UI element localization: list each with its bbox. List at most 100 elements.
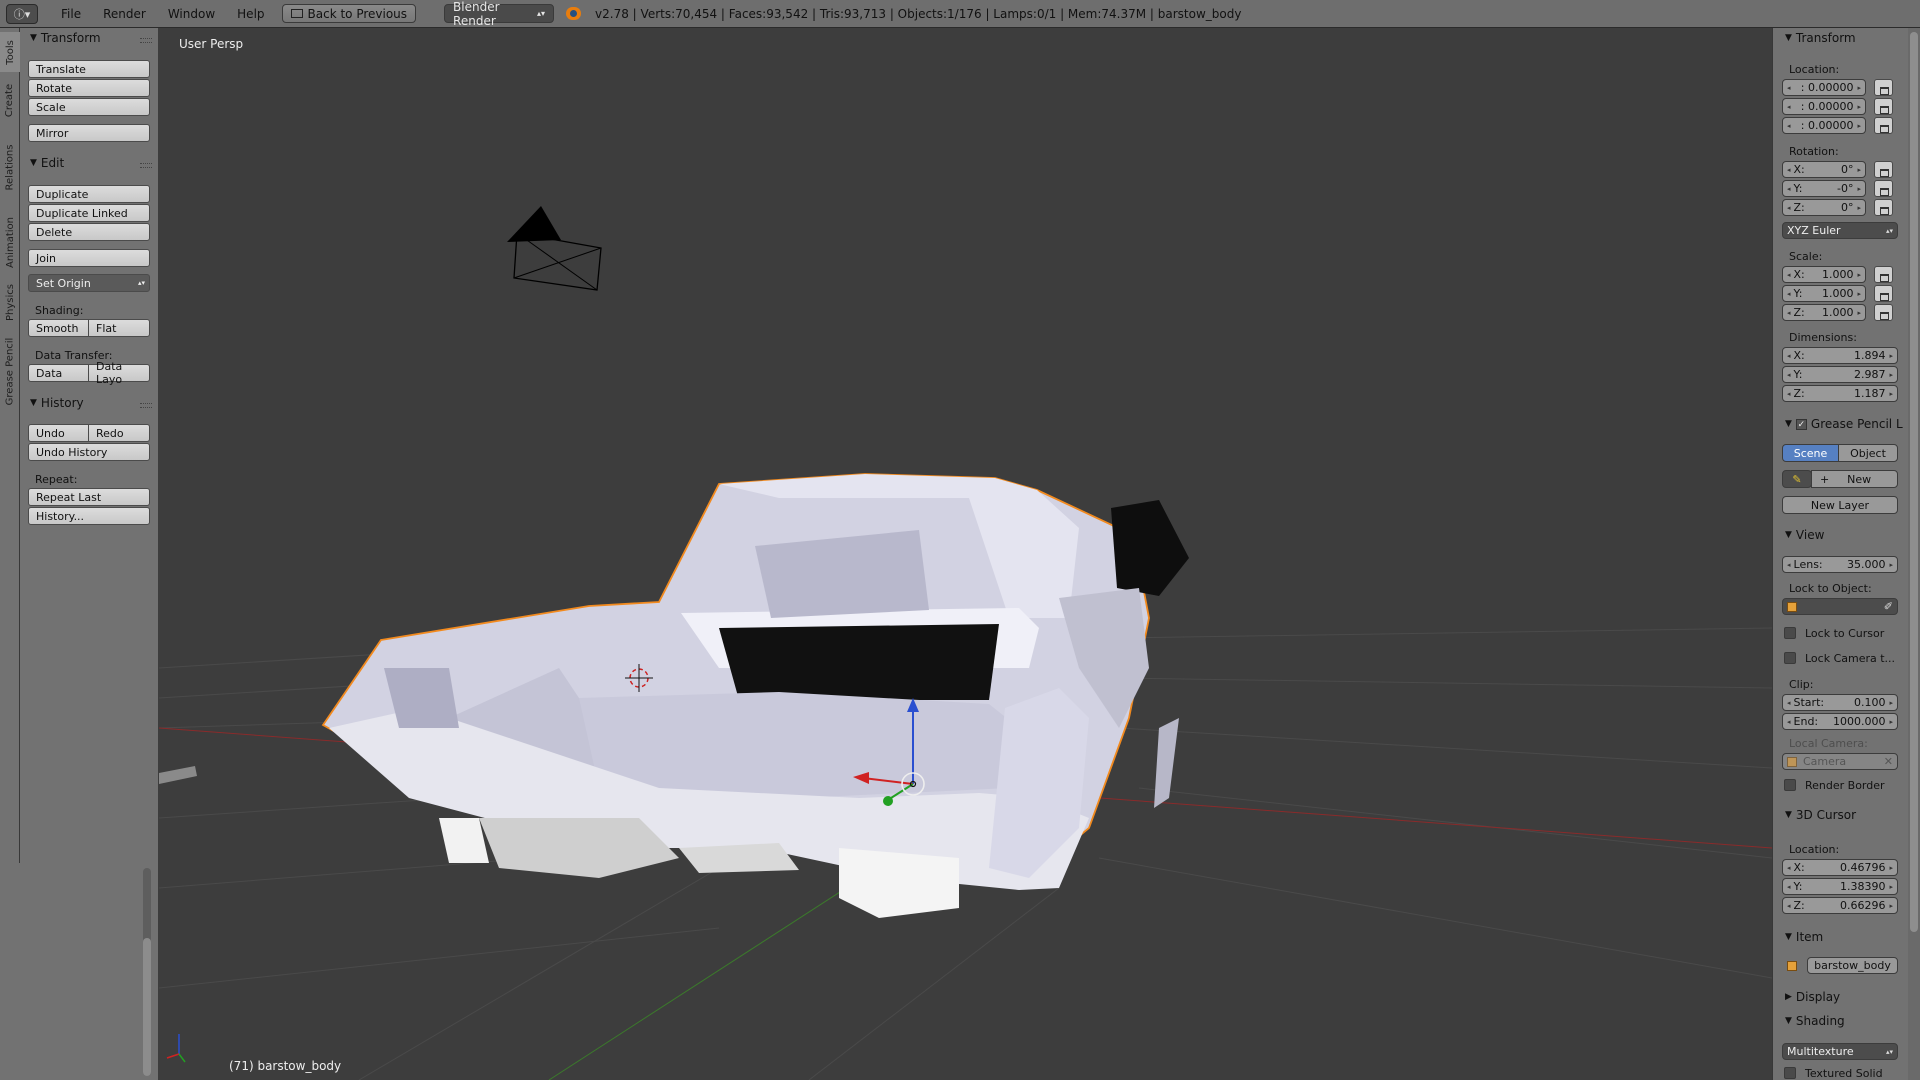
lock-camera-checkbox[interactable] [1784,652,1796,664]
duplicate-button[interactable]: Duplicate [28,185,150,203]
textured-solid-checkbox[interactable] [1784,1067,1796,1079]
menu-file[interactable]: File [61,7,81,21]
lock-to-cursor-checkbox[interactable] [1784,627,1796,639]
lock-icon[interactable] [1874,304,1893,321]
panel-3d-cursor-header[interactable]: ▼ 3D Cursor [1785,808,1856,822]
panel-3d-cursor-title: 3D Cursor [1795,808,1857,822]
delete-button[interactable]: Delete [28,223,150,241]
back-to-previous-button[interactable]: Back to Previous [281,4,417,23]
dimension-z-field[interactable]: ◂ Z: 1.187 ▸ [1782,385,1898,402]
grease-pencil-enable-checkbox[interactable]: ✓ [1795,418,1807,430]
tab-grease-pencil[interactable]: Grease Pencil [0,330,20,412]
clip-start-field[interactable]: ◂ Start: 0.100 ▸ [1782,694,1898,711]
new-layer-button[interactable]: New Layer [1782,496,1898,514]
lock-icon[interactable] [1874,180,1893,197]
rotation-mode-dropdown[interactable]: XYZ Euler ▴▾ [1782,222,1898,239]
lock-icon[interactable] [1874,98,1893,115]
drag-grip-icon[interactable] [140,403,152,408]
rotate-button[interactable]: Rotate [28,79,150,97]
car-body-mesh[interactable] [321,473,1189,918]
grease-pencil-new-button[interactable]: + New [1811,470,1898,488]
flat-button[interactable]: Flat [88,319,150,337]
menu-window[interactable]: Window [168,7,215,21]
join-button[interactable]: Join [28,249,150,267]
lock-icon[interactable] [1874,285,1893,302]
grease-pencil-object-toggle[interactable]: Object [1838,444,1898,462]
rotation-z-field[interactable]: ◂ Z: 0° ▸ [1782,199,1866,216]
pencil-icon[interactable]: ✎ [1782,470,1812,488]
set-origin-dropdown[interactable]: Set Origin ▴▾ [28,274,150,292]
item-name-field[interactable]: barstow_body [1807,957,1898,974]
lens-field[interactable]: ◂ Lens: 35.000 ▸ [1782,556,1898,573]
redo-button[interactable]: Redo [88,424,150,442]
history-more-button[interactable]: History... [28,507,150,525]
panel-display-header[interactable]: ▶ Display [1785,990,1840,1004]
mirror-button[interactable]: Mirror [28,124,150,142]
undo-history-button[interactable]: Undo History [28,443,150,461]
lock-to-object-field[interactable]: ✐ [1782,598,1898,615]
panel-item-header[interactable]: ▼ Item [1785,930,1823,944]
rotation-y-field[interactable]: ◂ Y: -0° ▸ [1782,180,1866,197]
scale-z-field[interactable]: ◂ Z: 1.000 ▸ [1782,304,1866,321]
location-y-field[interactable]: ◂: 0.00000 ▸ [1782,98,1866,115]
undo-button[interactable]: Undo [28,424,89,442]
translate-button[interactable]: Translate [28,60,150,78]
tab-tools[interactable]: Tools [0,32,20,72]
panel-edit-header[interactable]: ▼ Edit [30,156,64,170]
location-x-field[interactable]: ◂: 0.00000 ▸ [1782,79,1866,96]
tab-animation[interactable]: Animation [0,210,20,274]
cursor-z-field[interactable]: ◂ Z: 0.66296 ▸ [1782,897,1898,914]
panel-grease-pencil-header[interactable]: ▼ ✓ Grease Pencil L [1785,417,1903,431]
local-camera-value: Camera [1803,755,1847,768]
properties-scrollbar[interactable] [1908,28,1920,1080]
menu-help[interactable]: Help [237,7,264,21]
menu-render[interactable]: Render [103,7,146,21]
dimension-x-field[interactable]: ◂ X: 1.894 ▸ [1782,347,1898,364]
tab-relations-label: Relations [4,144,16,190]
scale-button[interactable]: Scale [28,98,150,116]
3d-viewport[interactable]: User Persp (71) barstow_body [159,28,1772,1080]
panel-history-header[interactable]: ▼ History [30,396,84,410]
render-border-checkbox[interactable] [1784,779,1796,791]
tab-physics-label: Physics [4,283,16,321]
drag-grip-icon[interactable] [140,163,152,168]
grease-pencil-scene-toggle[interactable]: Scene [1782,444,1839,462]
lock-icon[interactable] [1874,266,1893,283]
scale-x-field[interactable]: ◂ X: 1.000 ▸ [1782,266,1866,283]
dimension-z-value: 1.187 [1853,387,1886,400]
repeat-last-button[interactable]: Repeat Last [28,488,150,506]
tab-create[interactable]: Create [0,76,20,124]
cursor-x-field[interactable]: ◂ X: 0.46796 ▸ [1782,859,1898,876]
tab-relations[interactable]: Relations [0,128,20,206]
camera-object[interactable] [507,206,602,291]
lock-icon[interactable] [1874,199,1893,216]
panel-shading-header[interactable]: ▼ Shading [1785,1014,1845,1028]
rotation-y-axis: Y: [1793,182,1803,195]
render-engine-select[interactable]: Blender Render ▴▾ [444,0,555,28]
tool-shelf-scrollbar[interactable] [143,868,151,1076]
panel-transform-header[interactable]: ▼ Transform [1785,31,1856,45]
scale-y-field[interactable]: ◂ Y: 1.000 ▸ [1782,285,1866,302]
shading-mode-dropdown[interactable]: Multitexture ▴▾ [1782,1043,1898,1060]
data-layout-button[interactable]: Data Layo [88,360,150,386]
dimension-y-field[interactable]: ◂ Y: 2.987 ▸ [1782,366,1898,383]
tab-physics[interactable]: Physics [0,278,20,326]
clip-end-field[interactable]: ◂ End: 1000.000 ▸ [1782,713,1898,730]
close-icon[interactable]: ✕ [1884,755,1893,768]
local-camera-field[interactable]: Camera ✕ [1782,753,1898,770]
location-z-field[interactable]: ◂: 0.00000 ▸ [1782,117,1866,134]
lock-icon[interactable] [1874,161,1893,178]
rotation-x-field[interactable]: ◂ X: 0° ▸ [1782,161,1866,178]
panel-transform-header[interactable]: ▼ Transform [30,31,101,45]
triangle-down-icon: ▼ [1785,530,1792,540]
eyedropper-icon[interactable]: ✐ [1884,600,1893,613]
lock-icon[interactable] [1874,79,1893,96]
lock-icon[interactable] [1874,117,1893,134]
duplicate-linked-button[interactable]: Duplicate Linked [28,204,150,222]
editor-type-button[interactable]: ⓘ▾ [6,3,38,24]
cursor-y-field[interactable]: ◂ Y: 1.38390 ▸ [1782,878,1898,895]
smooth-button[interactable]: Smooth [28,319,89,337]
data-transfer-button[interactable]: Data [28,364,89,382]
drag-grip-icon[interactable] [140,38,152,43]
panel-view-header[interactable]: ▼ View [1785,528,1824,542]
